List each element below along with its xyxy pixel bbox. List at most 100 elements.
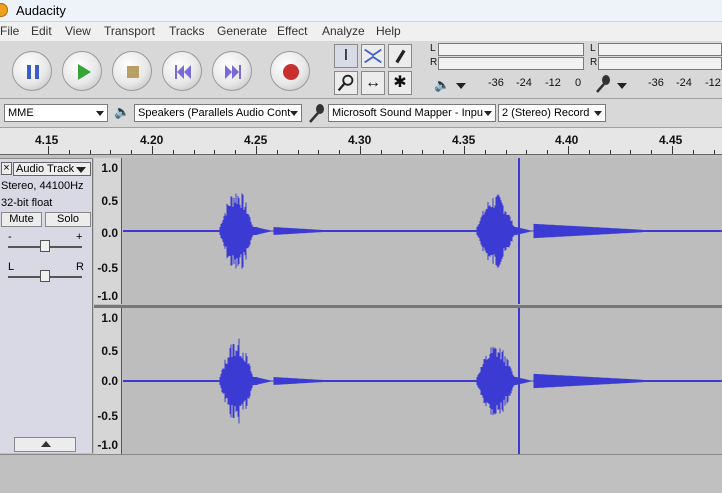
ruler-tick (360, 146, 361, 154)
channel-2-scale: 1.0 0.5 0.0 -0.5 -1.0 (94, 308, 122, 454)
skip-to-start-button[interactable] (162, 51, 202, 91)
multi-tool-button[interactable]: ✱ (388, 71, 412, 95)
selection-tool-button[interactable]: I (334, 44, 358, 68)
envelope-tool-icon (364, 48, 382, 64)
mute-button[interactable]: Mute (1, 212, 42, 227)
microphone-meter-icon[interactable] (594, 74, 612, 94)
rec-meter-menu-arrow[interactable] (617, 83, 627, 89)
play-meter-menu-arrow[interactable] (456, 83, 466, 89)
ruler-tick (131, 150, 133, 154)
ruler-tick (339, 150, 341, 154)
play-meter-left-bar (438, 43, 584, 56)
envelope-tool-button[interactable] (361, 44, 385, 68)
ruler-label: 4.20 (140, 133, 164, 147)
input-device-value: Microsoft Sound Mapper - Inpu (332, 107, 484, 119)
stop-icon (127, 66, 139, 78)
ruler-tick (193, 150, 195, 154)
ruler-tick (547, 150, 549, 154)
ruler-tick (464, 146, 465, 154)
play-meter-left-label: L (430, 43, 436, 54)
scale-label: 0.0 (101, 374, 118, 388)
menu-tracks[interactable]: Tracks (169, 24, 205, 38)
ruler-tick (692, 150, 694, 154)
waveform-plot-2 (122, 308, 722, 454)
scale-label: -1.0 (97, 438, 118, 452)
pause-button[interactable] (12, 51, 52, 91)
timeshift-tool-button[interactable]: ↔ (361, 71, 385, 95)
menu-file[interactable]: File (0, 24, 19, 38)
ruler-tick (318, 150, 320, 154)
menu-help[interactable]: Help (376, 24, 401, 38)
audio-host-select[interactable]: MME (4, 104, 108, 122)
input-channels-value: 2 (Stereo) Record (502, 107, 590, 119)
output-device-value: Speakers (Parallels Audio Cont (138, 107, 291, 119)
track-rate: Stereo, 44100Hz (1, 180, 84, 192)
scale-label: -0.5 (97, 261, 118, 275)
ruler-tick (630, 150, 632, 154)
rec-tick: -24 (676, 77, 692, 89)
speaker-meter-icon[interactable]: 🔈 (434, 77, 450, 93)
ruler-tick (276, 150, 278, 154)
ruler-tick (609, 150, 611, 154)
ruler-tick (380, 150, 382, 154)
track-name-menu[interactable]: Audio Track (13, 162, 91, 176)
empty-project-area[interactable] (0, 454, 722, 493)
multi-tool-icon: ✱ (393, 74, 407, 91)
ruler-tick (48, 146, 49, 154)
rec-meter-right-bar (598, 57, 722, 70)
input-channels-select[interactable]: 2 (Stereo) Record (498, 104, 606, 122)
menu-effect[interactable]: Effect (277, 24, 307, 38)
stop-button[interactable] (112, 51, 152, 91)
ruler-tick (422, 150, 424, 154)
audacity-app-icon (0, 3, 8, 17)
ruler-tick (235, 150, 237, 154)
waveform-channel-1[interactable] (122, 158, 722, 304)
play-button[interactable] (62, 51, 102, 91)
menu-view[interactable]: View (65, 24, 91, 38)
scale-label: 1.0 (101, 161, 118, 175)
record-button[interactable] (270, 51, 310, 91)
zoom-tool-button[interactable] (334, 71, 358, 95)
pause-icon (27, 65, 39, 79)
rec-tick: -12 (705, 77, 721, 89)
rec-meter-left-label: L (590, 43, 596, 54)
timeline-ruler[interactable]: 4.15 4.20 4.25 4.30 4.35 4.40 4.45 (0, 128, 722, 155)
scale-label: -1.0 (97, 289, 118, 303)
track-close-button[interactable]: × (1, 162, 12, 175)
ruler-tick (651, 150, 653, 154)
scale-label: 0.0 (101, 226, 118, 240)
rec-tick: -36 (648, 77, 664, 89)
scale-label: 0.5 (101, 344, 118, 358)
ruler-tick (443, 150, 445, 154)
pan-right-label: R (76, 261, 84, 273)
menu-edit[interactable]: Edit (31, 24, 52, 38)
solo-button[interactable]: Solo (45, 212, 91, 227)
scale-label: -0.5 (97, 409, 118, 423)
gain-plus-label: + (76, 231, 83, 243)
toolbars: I ↔ ✱ L R L R 🔈 -36 -24 -12 0 -36 -24 -1… (0, 41, 722, 99)
ruler-tick (89, 150, 91, 154)
menu-generate[interactable]: Generate (217, 24, 267, 38)
collapse-track-button[interactable] (14, 437, 76, 452)
gain-slider-thumb[interactable] (40, 240, 50, 252)
output-device-select[interactable]: Speakers (Parallels Audio Cont (134, 104, 302, 122)
ruler-tick (214, 150, 216, 154)
draw-tool-button[interactable] (388, 44, 412, 68)
play-tick: -36 (488, 77, 504, 89)
menu-analyze[interactable]: Analyze (322, 24, 365, 38)
waveform-channel-2[interactable] (122, 308, 722, 454)
ruler-tick (505, 150, 507, 154)
track-control-panel[interactable]: × Audio Track Stereo, 44100Hz 32-bit flo… (0, 158, 93, 453)
play-tick: -24 (516, 77, 532, 89)
waveform-plot-1 (122, 158, 722, 304)
title-bar: Audacity (0, 0, 722, 22)
ruler-tick (110, 150, 112, 154)
menu-transport[interactable]: Transport (104, 24, 155, 38)
ruler-label: 4.45 (659, 133, 683, 147)
ruler-tick (152, 146, 153, 154)
pan-slider-thumb[interactable] (40, 270, 50, 282)
play-tick: -12 (545, 77, 561, 89)
skip-to-end-button[interactable] (212, 51, 252, 91)
draw-tool-icon (395, 49, 406, 64)
input-device-select[interactable]: Microsoft Sound Mapper - Inpu (328, 104, 496, 122)
